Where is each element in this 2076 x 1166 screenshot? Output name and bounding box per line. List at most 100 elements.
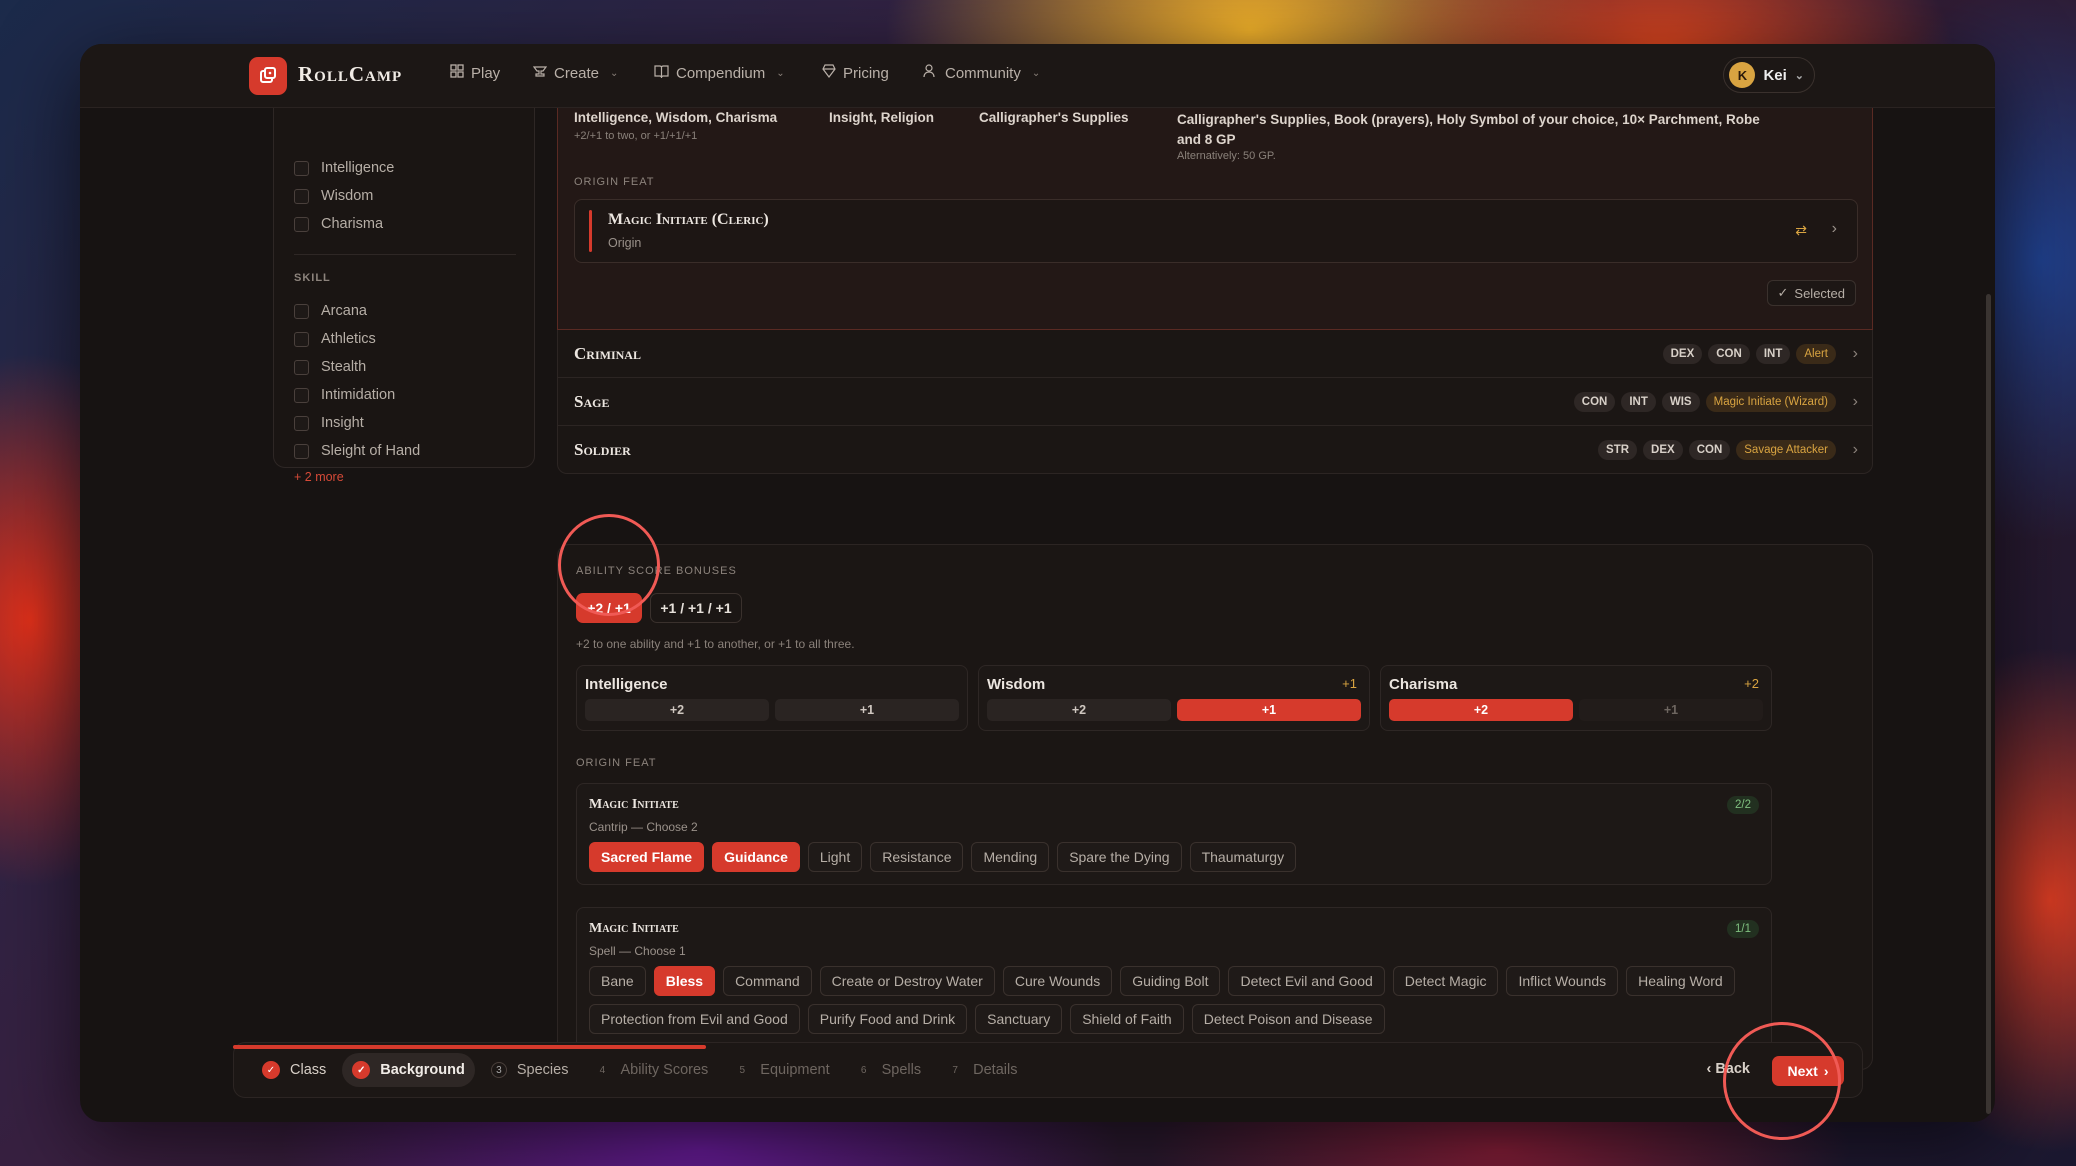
wizard-step-class[interactable]: ✓ Class — [252, 1053, 336, 1087]
spell-chip[interactable]: Shield of Faith — [1070, 1004, 1184, 1034]
picker-count-badge: 1/1 — [1727, 920, 1759, 938]
ability-bonus-hint: +2 to one ability and +1 to another, or … — [576, 637, 855, 651]
spell-chip[interactable]: Cure Wounds — [1002, 966, 1113, 996]
feat-tag: Magic Initiate (Wizard) — [1705, 391, 1836, 412]
filter-skill-arcana[interactable]: Arcana — [294, 303, 367, 319]
bonus-plus1-button[interactable]: +1 — [1579, 699, 1763, 721]
nav-play[interactable]: Play — [450, 64, 500, 82]
nav-community[interactable]: Community ⌄ — [923, 64, 1040, 82]
ability-tag: WIS — [1661, 391, 1700, 412]
checkbox[interactable] — [294, 188, 309, 204]
filter-label: Stealth — [321, 359, 367, 375]
bonus-plus2-button[interactable]: +2 — [1389, 699, 1573, 721]
spell-chip[interactable]: Inflict Wounds — [1506, 966, 1619, 996]
accent-bar — [589, 210, 592, 252]
cantrip-picker: Magic Initiate Cantrip — Choose 2 2/2 Sa… — [576, 783, 1772, 885]
ability-tag: CON — [1708, 343, 1750, 364]
checkbox[interactable] — [294, 160, 309, 176]
spell-chip[interactable]: Protection from Evil and Good — [589, 1004, 800, 1034]
highlight-ring — [1723, 1022, 1841, 1140]
nav-pricing[interactable]: Pricing — [822, 64, 889, 82]
rollcamp-logo-icon[interactable] — [249, 57, 287, 95]
background-row-sage[interactable]: Sage CON INT WIS Magic Initiate (Wizard)… — [557, 378, 1873, 426]
ability-name: Intelligence — [585, 676, 668, 693]
background-row-criminal[interactable]: Criminal DEX CON INT Alert › — [557, 330, 1873, 378]
filter-skill-stealth[interactable]: Stealth — [294, 359, 366, 375]
filter-ability-wisdom[interactable]: Wisdom — [294, 188, 373, 204]
wizard-step-spells[interactable]: 6 Spells — [846, 1053, 932, 1087]
checkbox[interactable] — [294, 331, 309, 347]
spell-chip[interactable]: Command — [723, 966, 812, 996]
picker-count-badge: 2/2 — [1727, 796, 1759, 814]
user-name: Kei — [1763, 66, 1787, 84]
spell-chip[interactable]: Bless — [653, 966, 716, 996]
wizard-step-background[interactable]: ✓ Background — [342, 1053, 475, 1087]
cantrip-chip[interactable]: Light — [807, 842, 863, 872]
spell-chip[interactable]: Detect Poison and Disease — [1191, 1004, 1385, 1034]
cantrip-chip[interactable]: Mending — [971, 842, 1050, 872]
chevron-right-icon[interactable]: › — [1832, 220, 1837, 238]
spell-chip[interactable]: Sanctuary — [975, 1004, 1063, 1034]
wizard-step-ability-scores[interactable]: 4 Ability Scores — [584, 1053, 718, 1087]
checkbox[interactable] — [294, 415, 309, 431]
bonus-plus2-button[interactable]: +2 — [585, 699, 769, 721]
app-window: RollCamp Play Create ⌄ Compendium ⌄ Pric… — [80, 44, 1995, 1122]
spell-chip[interactable]: Bane — [589, 966, 646, 996]
ability-name: Charisma — [1389, 676, 1458, 693]
user-menu[interactable]: K Kei ⌄ — [1723, 57, 1815, 93]
checkbox[interactable] — [294, 387, 309, 403]
wizard-step-species[interactable]: 3 Species — [481, 1053, 579, 1087]
nav-create[interactable]: Create ⌄ — [532, 64, 619, 82]
spell-chip[interactable]: Guiding Bolt — [1120, 966, 1221, 996]
anvil-icon — [532, 64, 548, 82]
cantrip-chip[interactable]: Resistance — [870, 842, 964, 872]
ability-tag: DEX — [1662, 343, 1703, 364]
bonus-plus1-button[interactable]: +1 — [775, 699, 959, 721]
wizard-step-details[interactable]: 7 Details — [937, 1053, 1027, 1087]
checkbox[interactable] — [294, 443, 309, 459]
mode-option-1-1-1[interactable]: +1 / +1 / +1 — [650, 593, 742, 623]
filter-label: Arcana — [321, 303, 367, 319]
scrollbar[interactable] — [1986, 294, 1991, 1114]
background-row-soldier[interactable]: Soldier STR DEX CON Savage Attacker › — [557, 426, 1873, 474]
spell-chip[interactable]: Purify Food and Drink — [807, 1004, 968, 1034]
spell-chip[interactable]: Detect Evil and Good — [1228, 966, 1385, 996]
spell-chip[interactable]: Detect Magic — [1392, 966, 1499, 996]
feat-tag: Savage Attacker — [1736, 439, 1836, 460]
cantrip-chip[interactable]: Spare the Dying — [1057, 842, 1182, 872]
filter-ability-intelligence[interactable]: Intelligence — [294, 160, 394, 176]
filter-skill-sleight-of-hand[interactable]: Sleight of Hand — [294, 443, 420, 459]
top-navbar: RollCamp Play Create ⌄ Compendium ⌄ Pric… — [80, 44, 1995, 108]
bonus-plus1-button[interactable]: +1 — [1177, 699, 1361, 721]
selected-button[interactable]: ✓ Selected — [1766, 280, 1856, 306]
brand-name[interactable]: RollCamp — [298, 62, 402, 87]
chevron-down-icon: ⌄ — [610, 67, 619, 79]
checkbox[interactable] — [294, 359, 309, 375]
step-label: Species — [516, 1062, 569, 1078]
filter-ability-charisma[interactable]: Charisma — [294, 216, 383, 232]
background-name: Criminal — [574, 343, 641, 363]
filter-skill-insight[interactable]: Insight — [294, 415, 364, 431]
wizard-steps: ✓ Class ✓ Background 3 Species 4 Ability Scores… — [252, 1053, 1027, 1087]
origin-feat-card[interactable]: Magic Initiate (Cleric) Origin ⇄ › — [574, 199, 1858, 263]
check-circle-icon: ✓ — [352, 1061, 371, 1079]
show-more-skills-link[interactable]: + 2 more — [294, 470, 344, 484]
checkbox[interactable] — [294, 216, 309, 232]
ability-tag: INT — [1621, 391, 1656, 412]
nav-compendium[interactable]: Compendium ⌄ — [654, 64, 785, 82]
step-label: Background — [380, 1062, 465, 1078]
feat-type: Origin — [608, 236, 642, 250]
swap-icon[interactable]: ⇄ — [1795, 222, 1807, 239]
filter-label: Intimidation — [321, 387, 396, 403]
bonus-plus2-button[interactable]: +2 — [987, 699, 1171, 721]
checkbox[interactable] — [294, 303, 309, 319]
cantrip-chip[interactable]: Sacred Flame — [589, 842, 705, 872]
wizard-step-equipment[interactable]: 5 Equipment — [724, 1053, 839, 1087]
spell-chip[interactable]: Healing Word — [1626, 966, 1735, 996]
filter-skill-intimidation[interactable]: Intimidation — [294, 387, 395, 403]
cantrip-chip[interactable]: Thaumaturgy — [1189, 842, 1297, 872]
step-label: Details — [973, 1062, 1018, 1078]
filter-skill-athletics[interactable]: Athletics — [294, 331, 376, 347]
spell-chip[interactable]: Create or Destroy Water — [819, 966, 995, 996]
cantrip-chip[interactable]: Guidance — [712, 842, 800, 872]
